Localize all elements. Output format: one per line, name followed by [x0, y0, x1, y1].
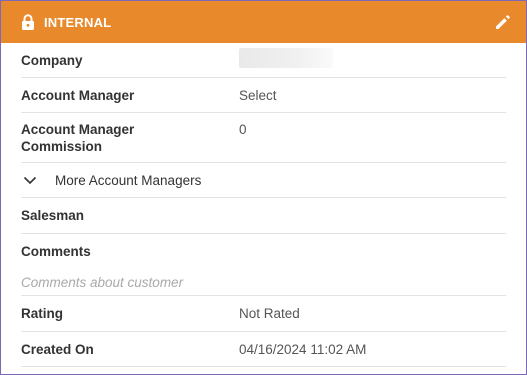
comments-label: Comments — [21, 244, 91, 259]
company-value — [239, 48, 333, 72]
salesman-row: Salesman — [21, 198, 506, 234]
account-manager-row: Account Manager Select — [21, 78, 506, 113]
account-manager-commission-value: 0 — [239, 122, 247, 137]
account-manager-value[interactable]: Select — [239, 87, 277, 104]
rating-row: Rating Not Rated — [21, 296, 506, 332]
comments-placeholder: Comments about customer — [21, 274, 184, 290]
lock-icon — [21, 14, 35, 30]
rating-label: Rating — [21, 306, 63, 321]
account-manager-commission-label-line2: Commission — [21, 139, 103, 154]
comments-field[interactable]: Comments about customer — [21, 269, 506, 296]
more-account-managers-label: More Account Managers — [55, 172, 202, 188]
rating-value[interactable]: Not Rated — [239, 305, 300, 322]
card-title: INTERNAL — [44, 14, 112, 30]
pencil-icon[interactable] — [494, 13, 512, 31]
internal-card: INTERNAL Company Account Manager Select … — [0, 0, 527, 375]
account-manager-label: Account Manager — [21, 87, 135, 103]
company-label: Company — [21, 52, 83, 68]
more-account-managers-toggle[interactable]: More Account Managers — [21, 173, 201, 188]
created-on-row: Created On 04/16/2024 11:02 AM — [21, 332, 506, 367]
more-account-managers-row: More Account Managers — [21, 163, 506, 198]
card-header: INTERNAL — [1, 1, 526, 43]
created-on-value: 04/16/2024 11:02 AM — [239, 341, 367, 357]
account-manager-commission-row: Account Manager Commission 0 — [21, 113, 506, 163]
comments-row: Comments — [21, 234, 506, 269]
chevron-down-icon — [23, 173, 37, 187]
salesman-label: Salesman — [21, 208, 85, 223]
redacted-value — [239, 48, 333, 68]
account-manager-commission-label: Account Manager Commission — [21, 121, 239, 155]
created-on-label: Created On — [21, 341, 94, 357]
company-row: Company — [21, 43, 506, 78]
account-manager-commission-label-line1: Account Manager — [21, 122, 135, 137]
